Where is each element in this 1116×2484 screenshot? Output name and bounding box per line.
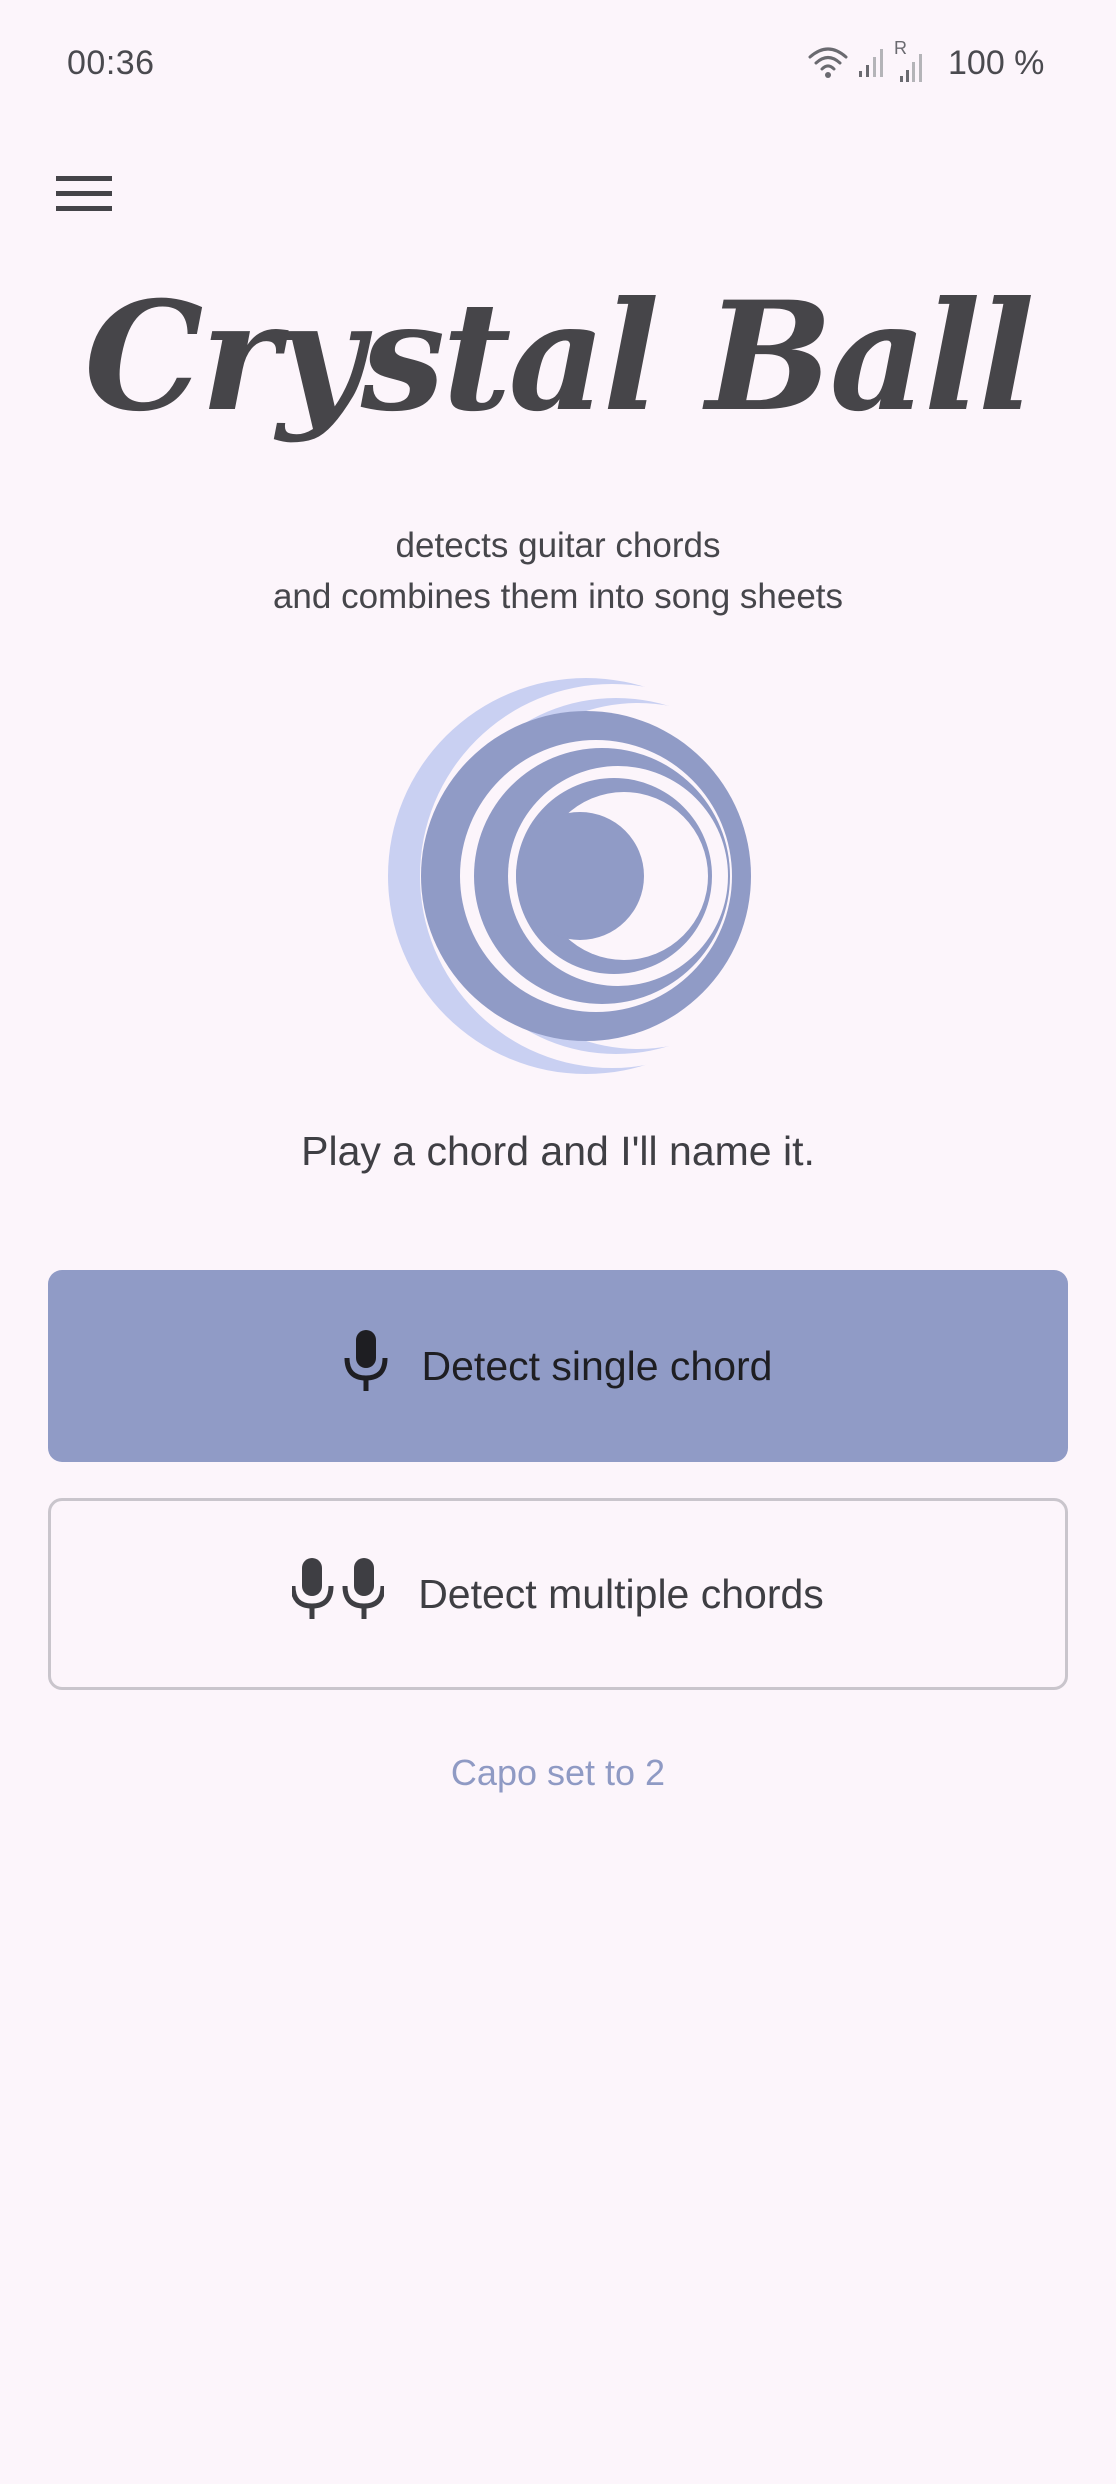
- menu-button[interactable]: [48, 160, 120, 232]
- wifi-icon: [808, 45, 848, 84]
- detect-single-chord-button[interactable]: Detect single chord: [48, 1270, 1068, 1462]
- detect-multiple-chords-button[interactable]: Detect multiple chords: [48, 1498, 1068, 1690]
- tagline-line-2: and combines them into song sheets: [272, 577, 844, 616]
- signal-icon: [858, 45, 884, 84]
- status-bar: 00:36 R 100 %: [0, 0, 1116, 130]
- tagline-line-1: detects guitar chords: [395, 526, 721, 565]
- crystal-ball-logo: [356, 678, 811, 1078]
- tagline: detects guitar chords and combines them …: [0, 520, 1116, 622]
- status-icons: R: [808, 38, 924, 84]
- detect-multiple-chords-label: Detect multiple chords: [418, 1570, 824, 1617]
- microphone-icon: [344, 1330, 388, 1402]
- chord-prompt: Play a chord and I'll name it.: [301, 1128, 815, 1174]
- status-time: 00:36: [67, 44, 155, 82]
- detect-single-chord-label: Detect single chord: [421, 1342, 773, 1389]
- roaming-signal-icon: R: [894, 38, 924, 84]
- hamburger-menu-icon: [56, 174, 112, 219]
- capo-status[interactable]: Capo set to 2: [0, 1752, 1116, 1794]
- battery-percentage: 100 %: [948, 44, 1045, 82]
- double-microphone-icon: [290, 1558, 386, 1630]
- app-title: Crystal Ball: [84, 269, 1035, 445]
